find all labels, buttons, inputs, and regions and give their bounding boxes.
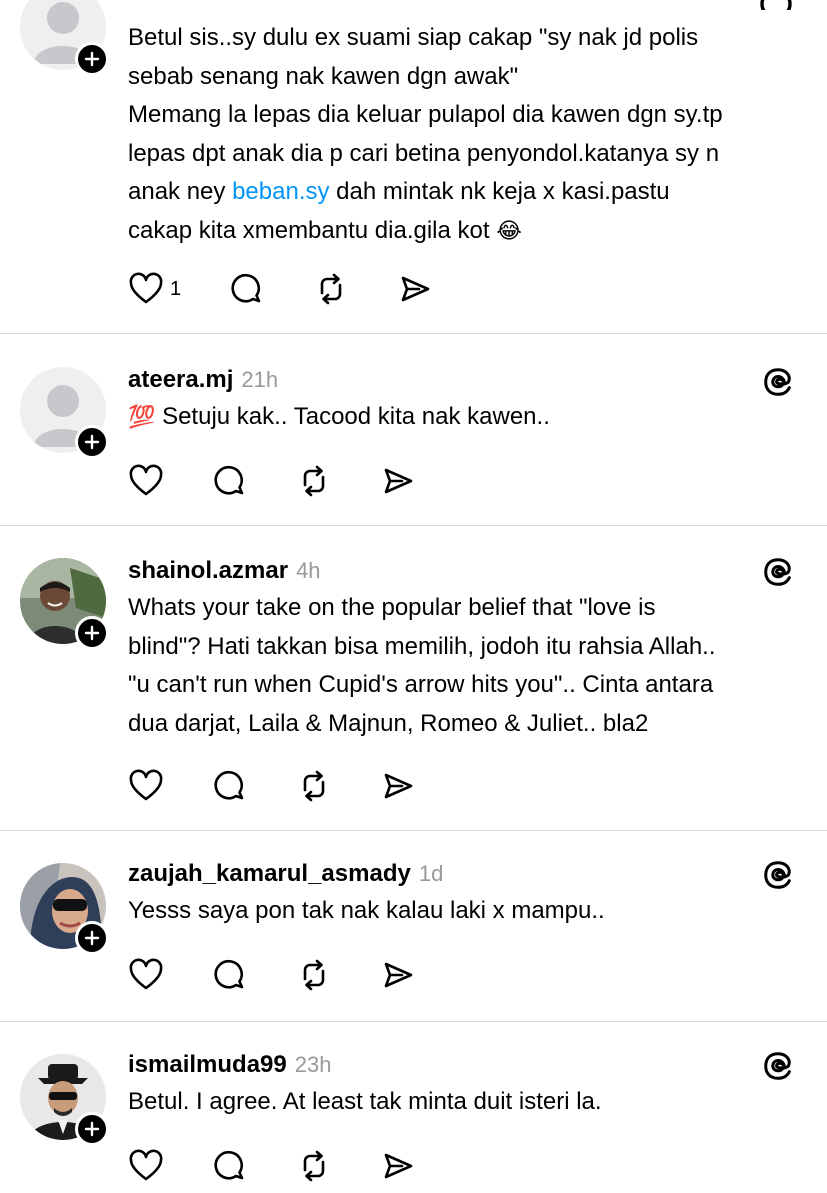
mention-link[interactable]: beban.sy xyxy=(232,178,329,205)
username-link[interactable]: ateera.mj xyxy=(128,366,233,394)
repost-button[interactable] xyxy=(296,955,332,995)
timestamp: 1d xyxy=(418,861,444,886)
reply-button[interactable] xyxy=(212,955,248,995)
like-button[interactable]: 1 xyxy=(128,269,181,309)
reply-text-line: Betul. I agree. At least tak minta duit … xyxy=(128,1088,602,1115)
text-segment: anak ney xyxy=(128,178,233,205)
follow-button[interactable] xyxy=(75,616,109,650)
send-icon xyxy=(384,962,413,988)
text-segment: cakap kita xmembantu dia.gila kot xyxy=(128,216,490,244)
username-link[interactable]: zaujah_kamarul_asmady xyxy=(128,860,411,888)
send-icon xyxy=(401,276,430,302)
text-segment: dah mintak nk keja x kasi.pastu xyxy=(329,178,670,205)
plus-icon xyxy=(84,51,100,67)
send-icon xyxy=(384,773,413,799)
reply-body: shainol.azmar 4h Whats your take on the … xyxy=(128,557,808,743)
follow-button[interactable] xyxy=(75,42,109,76)
plus-icon xyxy=(84,1121,100,1137)
reply-text-line: Yesss saya pon tak nak kalau laki x mamp… xyxy=(128,897,605,924)
username-link[interactable]: ismailmuda99 xyxy=(128,1051,287,1079)
share-button[interactable] xyxy=(380,766,416,806)
timestamp: 23h xyxy=(294,1052,332,1077)
reply-header: shainol.azmar 4h xyxy=(128,557,808,587)
heart-icon xyxy=(129,958,163,990)
follow-button[interactable] xyxy=(75,425,109,459)
heart-icon xyxy=(129,464,163,496)
reply-button[interactable] xyxy=(229,269,265,309)
like-button[interactable] xyxy=(128,955,164,995)
replies-feed: Betul sis..sy dulu ex suami siap cakap "… xyxy=(0,0,827,1193)
like-button[interactable] xyxy=(128,1146,164,1186)
reply-body: ateera.mj 21h 💯 Setuju kak.. Tacood kita… xyxy=(128,366,808,437)
reply-post: shainol.azmar 4h Whats your take on the … xyxy=(0,526,827,830)
text-segment: Setuju kak.. Tacood kita nak kawen.. xyxy=(162,403,550,430)
comment-bubble-icon xyxy=(214,959,244,989)
share-button[interactable] xyxy=(397,269,433,309)
reply-text-line: blind"? Hati takkan bisa memilih, jodoh … xyxy=(128,632,716,660)
comment-bubble-icon xyxy=(214,465,244,495)
reply-text-line: Memang la lepas dia keluar pulapol dia k… xyxy=(128,101,723,128)
reply-header: zaujah_kamarul_asmady 1d xyxy=(128,860,808,890)
reply-text-line: Whats your take on the popular belief th… xyxy=(128,594,656,621)
reply-body: ismailmuda99 23h Betul. I agree. At leas… xyxy=(128,1051,808,1122)
follow-button[interactable] xyxy=(75,921,109,955)
heart-icon xyxy=(129,769,163,801)
reply-body: Betul sis..sy dulu ex suami siap cakap "… xyxy=(128,19,808,250)
repost-icon xyxy=(303,465,325,497)
reply-text-line: anak ney beban.sy dah mintak nk keja x k… xyxy=(128,173,808,212)
username-link[interactable]: shainol.azmar xyxy=(128,557,288,585)
timestamp: 4h xyxy=(296,558,321,583)
follow-button[interactable] xyxy=(75,1112,109,1146)
reply-text-line: cakap kita xmembantu dia.gila kot 😂 xyxy=(128,212,808,251)
hundred-points-emoji: 💯 xyxy=(128,404,156,429)
heart-icon xyxy=(129,1149,163,1181)
comment-bubble-icon xyxy=(214,770,244,800)
reply-post: ateera.mj 21h 💯 Setuju kak.. Tacood kita… xyxy=(0,334,827,525)
repost-icon xyxy=(303,959,325,991)
reply-post: ismailmuda99 23h Betul. I agree. At leas… xyxy=(0,1022,827,1193)
reply-text-line: 💯 Setuju kak.. Tacood kita nak kawen.. xyxy=(128,398,808,437)
comment-bubble-icon xyxy=(231,273,261,303)
repost-icon xyxy=(303,770,325,802)
like-button[interactable] xyxy=(128,461,164,501)
reply-text-line: Betul sis..sy dulu ex suami siap cakap "… xyxy=(128,24,699,51)
like-button[interactable] xyxy=(128,766,164,806)
reply-header: ateera.mj 21h xyxy=(128,366,808,396)
repost-button[interactable] xyxy=(296,766,332,806)
like-count: 1 xyxy=(170,277,182,300)
plus-icon xyxy=(84,434,100,450)
reply-post: zaujah_kamarul_asmady 1d Yesss saya pon … xyxy=(0,831,827,1021)
reply-header: ismailmuda99 23h xyxy=(128,1051,808,1081)
send-icon xyxy=(384,468,413,494)
reply-post: Betul sis..sy dulu ex suami siap cakap "… xyxy=(0,0,827,334)
reply-button[interactable] xyxy=(212,1146,248,1186)
repost-icon xyxy=(303,1150,325,1182)
reply-text-line: dua darjat, Laila & Majnun, Romeo & Juli… xyxy=(128,709,649,737)
heart-icon xyxy=(129,272,163,304)
laughing-emoji: 😂 xyxy=(496,217,522,243)
reply-body: zaujah_kamarul_asmady 1d Yesss saya pon … xyxy=(128,860,808,931)
plus-icon xyxy=(84,930,100,946)
reply-text-line: lepas dpt anak dia p cari betina penyond… xyxy=(128,139,720,167)
reply-button[interactable] xyxy=(212,461,248,501)
share-button[interactable] xyxy=(380,1146,416,1186)
timestamp: 21h xyxy=(241,367,279,392)
send-icon xyxy=(384,1153,413,1179)
threads-logo-icon[interactable] xyxy=(758,0,794,10)
reply-button[interactable] xyxy=(212,766,248,806)
share-button[interactable] xyxy=(380,955,416,995)
repost-button[interactable] xyxy=(296,1146,332,1186)
plus-icon xyxy=(84,625,100,641)
repost-button[interactable] xyxy=(313,269,349,309)
repost-icon xyxy=(320,273,342,305)
reply-text-line: sebab senang nak kawen dgn awak" xyxy=(128,62,519,90)
reply-text-line: "u can't run when Cupid's arrow hits you… xyxy=(128,671,714,698)
share-button[interactable] xyxy=(380,461,416,501)
repost-button[interactable] xyxy=(296,461,332,501)
comment-bubble-icon xyxy=(214,1150,244,1180)
